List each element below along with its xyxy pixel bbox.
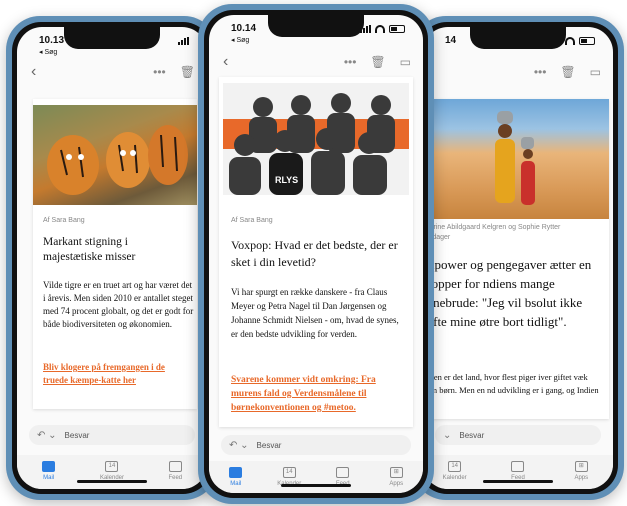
more-icon[interactable]: ••• (153, 65, 166, 79)
reply-arrow-icon[interactable]: ⌄ (443, 430, 451, 441)
status-icons (360, 25, 405, 33)
tab-apps[interactable]: ⊞ Apps (374, 467, 418, 487)
apps-icon: ⊞ (574, 461, 588, 472)
body-text: Vi har spurgt en række danskere - fra Cl… (231, 287, 399, 339)
archive-icon[interactable]: ▭ (590, 65, 601, 79)
tab-label: Mail (43, 475, 55, 481)
archive-icon[interactable]: ▭ (400, 55, 411, 69)
byline: Af Sara Bang (231, 217, 273, 224)
tab-bar: 14 Kalender Feed ⊞ Apps (423, 455, 613, 489)
message-card: Af Sara Bang Markant stigning i majestæt… (33, 99, 197, 409)
reply-placeholder: Besvar (459, 430, 485, 440)
tab-label: Apps (389, 481, 404, 487)
headline: irlpower og pengegaver ætter en stopper … (423, 257, 592, 329)
trash-icon[interactable]: 🗑 (180, 65, 195, 79)
back-to-app-link[interactable]: ◂ Søg (39, 48, 57, 56)
wifi-icon (565, 37, 575, 45)
battery-icon (579, 37, 595, 45)
voxpop-photo: RLYS (223, 83, 409, 195)
status-icons (178, 37, 189, 45)
tab-label: Feed (168, 475, 183, 481)
tiger-photo (33, 105, 197, 205)
headline: Markant stigning i majestætiske misser (43, 236, 136, 263)
tab-mail[interactable]: Mail (214, 467, 258, 487)
calendar-icon: 14 (282, 467, 296, 478)
status-time: 10.14 (231, 23, 257, 34)
phone-bezel: 10.13 ◂ Søg ‹ ••• 🗑 Af Sara Bang Markant… (12, 22, 212, 494)
tab-calendar[interactable]: 14Kalender (90, 461, 134, 481)
calendar-icon: 14 (105, 461, 119, 472)
reply-bar[interactable]: ↶ ⌄ Besvar (221, 435, 411, 455)
phone-left: 10.13 ◂ Søg ‹ ••• 🗑 Af Sara Bang Markant… (6, 16, 218, 500)
people-illustration: RLYS (223, 93, 409, 195)
mail-toolbar: ‹ ••• 🗑 (27, 63, 197, 85)
back-chevron-icon[interactable]: ‹ (223, 53, 228, 71)
notch (64, 27, 160, 49)
shirt-text: RLYS (275, 175, 298, 185)
headline: Voxpop: Hvad er det bedste, der er sket … (231, 238, 398, 269)
calendar-icon: 14 (448, 461, 462, 472)
more-icon[interactable]: ••• (344, 55, 357, 69)
phone-bezel: 10.14 ◂ Søg ‹ ••• 🗑 ▭ RLYS Af Sara Bang … (204, 10, 428, 498)
trash-icon[interactable]: 🗑 (370, 55, 385, 69)
tab-feed[interactable]: Feed (496, 461, 540, 481)
reply-arrow-icon[interactable]: ↶ ⌄ (37, 430, 57, 441)
tab-calendar[interactable]: 14 Kalender (433, 461, 477, 481)
tab-label: Apps (574, 475, 589, 481)
apps-icon: ⊞ (389, 467, 403, 478)
feed-icon (336, 467, 350, 478)
mail-toolbar: ••• 🗑 ▭ (433, 65, 603, 85)
phone-screen: 10.14 ◂ Søg ‹ ••• 🗑 ▭ RLYS Af Sara Bang … (209, 15, 423, 493)
mail-icon (42, 461, 56, 472)
phone-screen: 10.13 ◂ Søg ‹ ••• 🗑 Af Sara Bang Markant… (17, 27, 207, 489)
feed-icon (168, 461, 182, 472)
byline: Af Sara Bang (43, 217, 85, 224)
tab-label: Mail (230, 481, 242, 487)
body-text: ndien er det land, hvor flest piger iver… (423, 372, 599, 408)
desert-photo (423, 99, 609, 219)
message-card: RLYS Af Sara Bang Voxpop: Hvad er det be… (219, 77, 413, 427)
notch (268, 15, 364, 37)
tab-feed[interactable]: Feed (153, 461, 197, 481)
phone-center: 10.14 ◂ Søg ‹ ••• 🗑 ▭ RLYS Af Sara Bang … (198, 4, 434, 504)
byline: Katrine Abildgaard Kelgren og Sophie Ryt… (423, 224, 561, 241)
body-text: Vilde tigre er en truet art og har været… (43, 280, 194, 329)
tiger-illustration (47, 125, 188, 195)
more-icon[interactable]: ••• (534, 65, 547, 79)
mail-toolbar: ‹ ••• 🗑 ▭ (219, 53, 413, 75)
tab-label: Kalender (442, 475, 467, 481)
battery-icon (389, 25, 405, 33)
status-time: 10.13 (39, 35, 65, 46)
tab-apps[interactable]: ⊞ Apps (559, 461, 603, 481)
home-indicator (77, 480, 147, 483)
home-indicator (281, 484, 351, 487)
phone-bezel: 14 ••• 🗑 ▭ Katrine Abildgaard Kelgren og… (418, 22, 618, 494)
mail-icon (229, 467, 243, 478)
notch (470, 27, 566, 49)
phone-right: 14 ••• 🗑 ▭ Katrine Abildgaard Kelgren og… (412, 16, 624, 500)
phone-screen: 14 ••• 🗑 ▭ Katrine Abildgaard Kelgren og… (423, 27, 613, 489)
trash-icon[interactable]: 🗑 (560, 65, 575, 79)
reply-placeholder: Besvar (256, 440, 282, 450)
reply-arrow-icon[interactable]: ↶ ⌄ (229, 440, 249, 451)
reply-bar[interactable]: ↶ ⌄ Besvar (29, 425, 195, 445)
back-to-app-link[interactable]: ◂ Søg (231, 36, 249, 44)
reply-bar[interactable]: ⌄ Besvar (435, 425, 601, 445)
wifi-icon (375, 25, 385, 33)
feed-icon (511, 461, 525, 472)
desert-illustration (495, 111, 535, 205)
status-time: 14 (445, 35, 457, 46)
back-chevron-icon[interactable]: ‹ (31, 63, 36, 81)
article-link[interactable]: Svarene kommer vidt omkring: Fra murens … (231, 373, 407, 415)
tab-mail[interactable]: Mail (27, 461, 71, 481)
home-indicator (483, 480, 553, 483)
message-card: Katrine Abildgaard Kelgren og Sophie Ryt… (423, 99, 609, 419)
tab-bar: Mail 14 Kalender Feed (17, 455, 207, 489)
reply-placeholder: Besvar (64, 430, 90, 440)
tab-bar: Mail 14Kalender Feed ⊞Apps (209, 461, 423, 493)
signal-icon (178, 37, 189, 45)
article-link[interactable]: Bliv klogere på fremgangen i de truede k… (43, 361, 191, 387)
